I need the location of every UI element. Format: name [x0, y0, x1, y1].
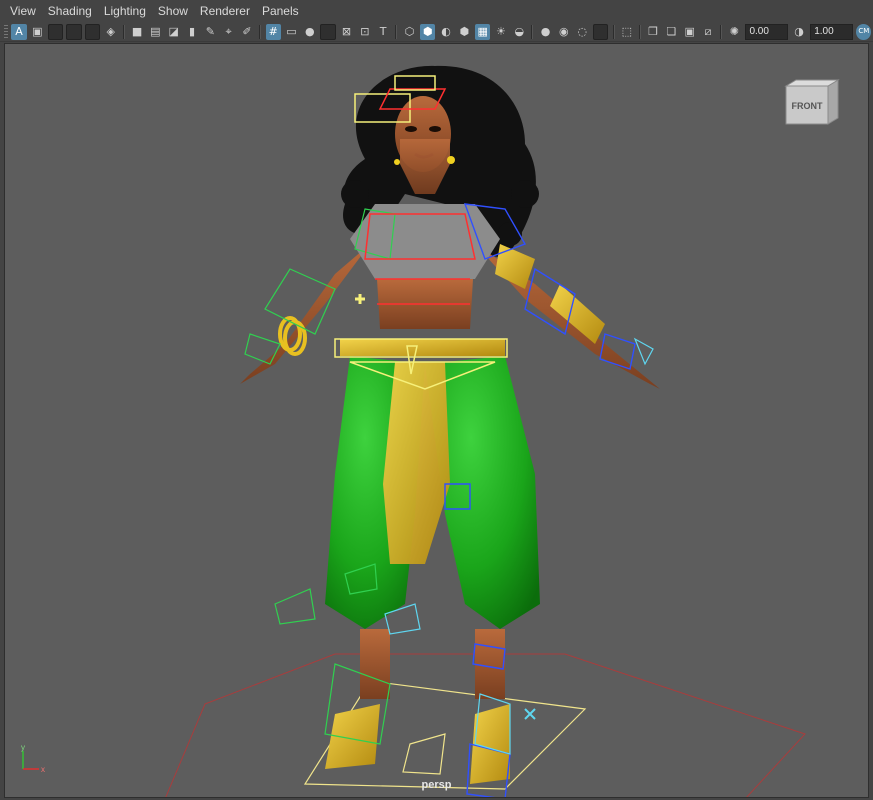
menu-shading[interactable]: Shading: [42, 0, 98, 22]
view-cube-label: FRONT: [792, 101, 823, 111]
axis-x-label: x: [41, 765, 45, 774]
anti-aliasing-icon[interactable]: ◌: [575, 24, 590, 40]
legs: [325, 629, 510, 784]
toolbar-separator: [395, 24, 398, 39]
depth-of-field-icon[interactable]: [592, 23, 609, 40]
color-management-icon[interactable]: CM: [856, 23, 872, 40]
xray-joints-icon[interactable]: ▣: [682, 24, 697, 40]
toolbar-separator: [720, 24, 723, 39]
toolbar-separator: [259, 24, 262, 39]
gamma-icon[interactable]: ◑: [791, 24, 806, 40]
gate-mask-icon[interactable]: [320, 23, 336, 40]
torso: [340, 204, 505, 356]
axis-indicator: y x: [15, 741, 51, 777]
pencil-icon[interactable]: ✐: [239, 24, 254, 40]
wireframe-on-shaded-icon[interactable]: ◐: [438, 24, 453, 40]
gamma-field[interactable]: 1.00: [810, 23, 853, 40]
film-gate-icon[interactable]: ▭: [284, 24, 299, 40]
panel-toolbar: A ▣ ◈ ■ ▤ ◪ ▮ ✎ ⌖ ✐ # ▭ ● ⊠ ⊡ T ⬡ ⬢ ◐ ⬢ …: [0, 22, 873, 42]
isolate-select-icon[interactable]: ⬚: [619, 24, 634, 40]
scene-render: [165, 65, 806, 797]
select-camera-icon[interactable]: A: [11, 23, 27, 40]
grease-pencil-icon[interactable]: ◈: [103, 24, 118, 40]
motion-blur-icon[interactable]: ◉: [556, 24, 571, 40]
textured-icon[interactable]: ⬢: [457, 24, 472, 40]
panel-menu-bar: View Shading Lighting Show Renderer Pane…: [0, 0, 873, 22]
use-all-lights-icon[interactable]: ▦: [475, 23, 491, 40]
image-plane-icon[interactable]: [66, 23, 82, 40]
shadows-icon[interactable]: ◒: [512, 24, 527, 40]
exposure-field[interactable]: 0.00: [745, 23, 788, 40]
field-chart-icon[interactable]: ⊠: [339, 24, 354, 40]
grease-icon[interactable]: ✎: [203, 24, 218, 40]
screen-space-ao-icon[interactable]: ●: [538, 24, 553, 40]
toolbar-grip[interactable]: [4, 24, 8, 39]
camera-attributes-icon[interactable]: ▣: [30, 24, 45, 40]
menu-lighting[interactable]: Lighting: [98, 0, 152, 22]
light-icon[interactable]: ☀: [493, 24, 508, 40]
3d-viewport[interactable]: FRONT y x persp: [4, 43, 869, 798]
snapshot-icon[interactable]: ◪: [166, 24, 181, 40]
toolbar-separator: [531, 24, 534, 39]
show-hud-icon[interactable]: ⧄: [700, 24, 715, 40]
toolbar-separator: [638, 24, 641, 39]
xray-active-components-icon[interactable]: ❏: [664, 24, 679, 40]
menu-renderer[interactable]: Renderer: [194, 0, 256, 22]
menu-view[interactable]: View: [4, 0, 42, 22]
toolbar-separator: [612, 24, 615, 39]
toolbar-separator: [122, 24, 125, 39]
view-cube-graphic[interactable]: FRONT: [784, 78, 840, 126]
axis-y-label: y: [21, 743, 25, 752]
safe-title-icon[interactable]: T: [375, 24, 390, 40]
resolution-gate-icon[interactable]: ●: [302, 24, 317, 40]
smooth-shade-icon[interactable]: ⬢: [420, 23, 436, 40]
bookmark-flag-icon[interactable]: ▮: [184, 24, 199, 40]
grid-icon[interactable]: #: [265, 23, 281, 40]
exposure-icon[interactable]: ✺: [727, 24, 742, 40]
menu-panels[interactable]: Panels: [256, 0, 305, 22]
2d-pan-zoom-icon[interactable]: [84, 23, 101, 40]
axis-gizmo: y x: [21, 743, 45, 774]
wireframe-icon[interactable]: ⬡: [402, 24, 417, 40]
menu-show[interactable]: Show: [152, 0, 194, 22]
pants: [325, 356, 540, 629]
camera-film-icon[interactable]: ▤: [148, 24, 163, 40]
xray-icon[interactable]: ❐: [645, 24, 660, 40]
view-cube[interactable]: FRONT: [784, 78, 840, 126]
bookmark-icon[interactable]: [47, 23, 64, 40]
video-camera-icon[interactable]: ■: [129, 24, 144, 40]
safe-action-icon[interactable]: ⊡: [357, 24, 372, 40]
maya-viewport-panel: View Shading Lighting Show Renderer Pane…: [0, 0, 873, 800]
camera-label: persp: [421, 779, 452, 791]
uv-icon[interactable]: ⌖: [221, 24, 236, 40]
